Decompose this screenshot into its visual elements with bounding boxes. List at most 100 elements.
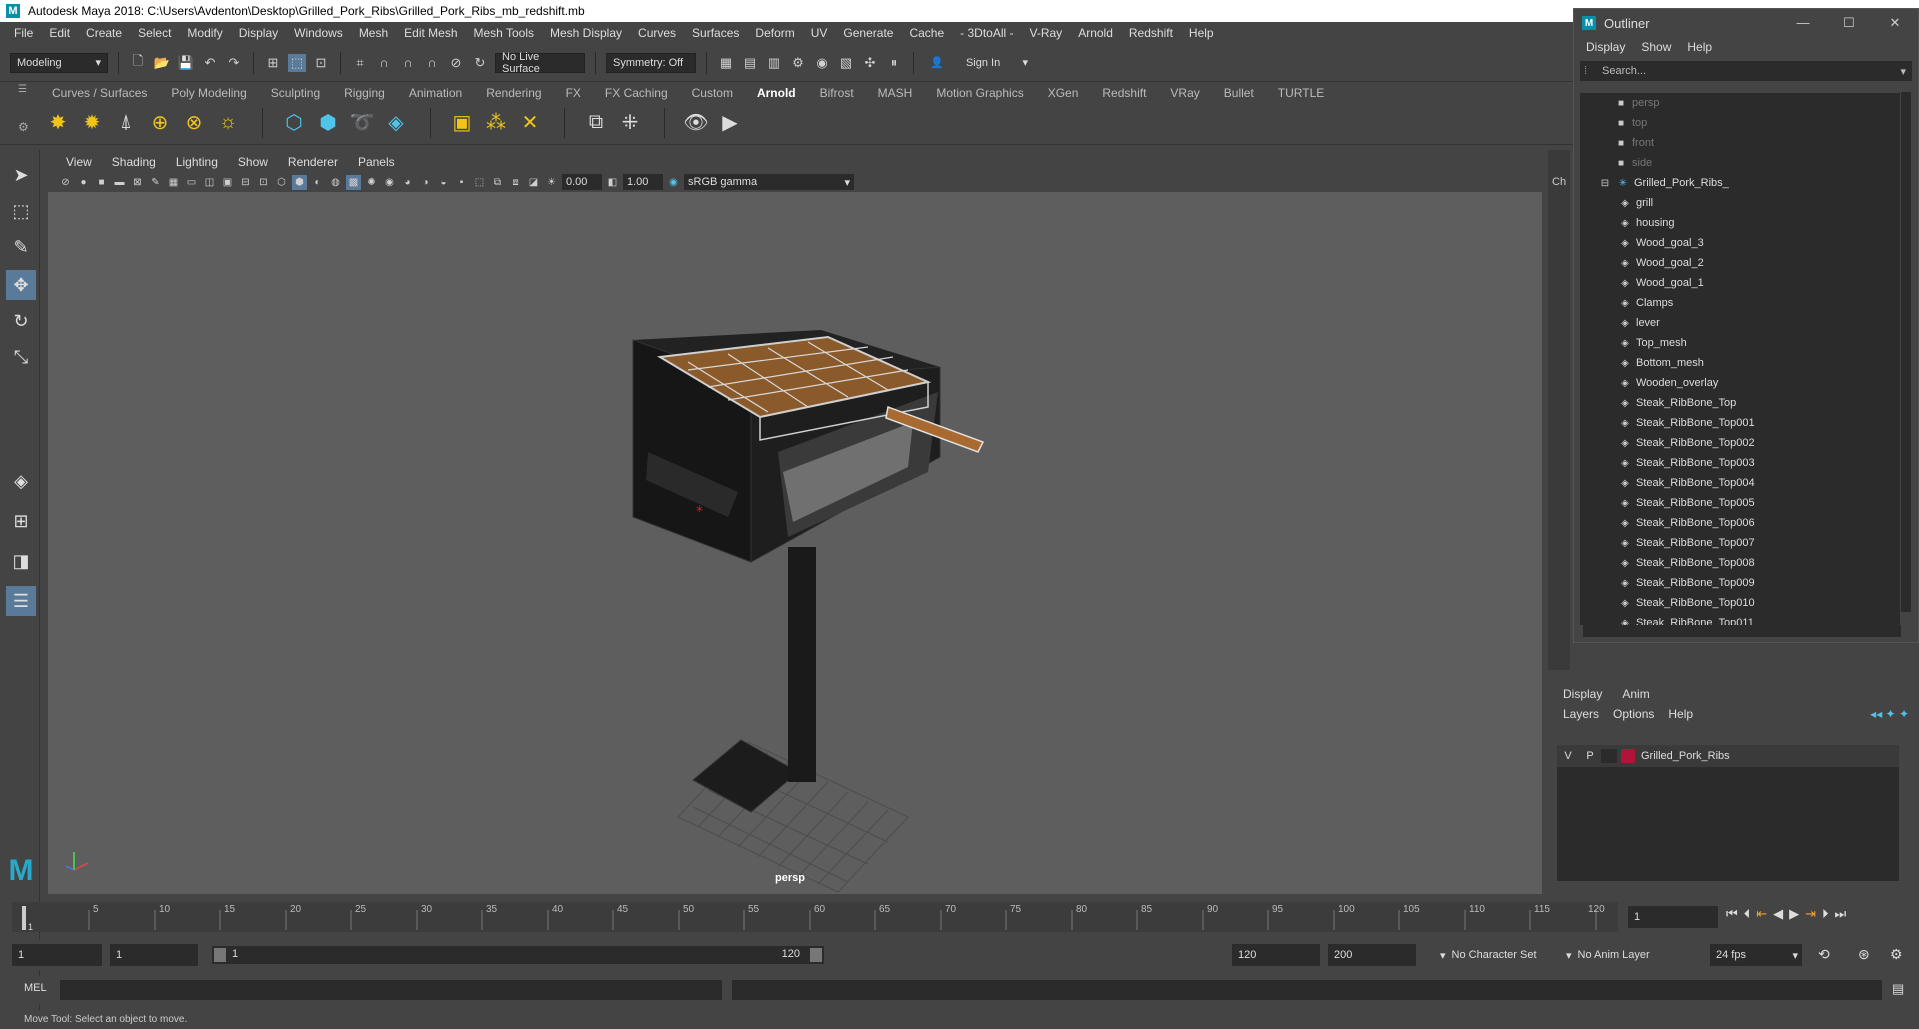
maximize-icon[interactable]: ☐ bbox=[1826, 15, 1872, 31]
curve-collector-icon[interactable]: ➰ bbox=[348, 108, 376, 136]
physical-sky-icon[interactable]: ☼ bbox=[214, 108, 242, 136]
render-region-icon[interactable]: ▦ bbox=[717, 54, 735, 72]
shelf-gear-icon[interactable]: ⚙ bbox=[18, 120, 29, 134]
xray-icon[interactable]: ⧉ bbox=[490, 175, 505, 190]
menu-modify[interactable]: Modify bbox=[179, 26, 230, 40]
outliner-item-child[interactable]: ◈ Steak_RibBone_Top007 bbox=[1580, 533, 1900, 553]
shelf-tab-rigging[interactable]: Rigging bbox=[332, 86, 397, 100]
step-forward-key-icon[interactable]: ⏵ bbox=[1822, 906, 1829, 922]
menu-redshift[interactable]: Redshift bbox=[1121, 26, 1181, 40]
menu-deform[interactable]: Deform bbox=[747, 26, 802, 40]
isolate-select-icon[interactable]: ⬚ bbox=[472, 175, 487, 190]
depth-of-field-icon[interactable]: ▪ bbox=[454, 175, 469, 190]
shelf-tab-sculpting[interactable]: Sculpting bbox=[259, 86, 332, 100]
outliner-item-child[interactable]: ◈ Steak_RibBone_Top008 bbox=[1580, 553, 1900, 573]
select-hierarchy-icon[interactable]: ⊞ bbox=[264, 54, 282, 72]
flush-textures-icon[interactable]: ⁂ bbox=[482, 108, 510, 136]
pause-icon[interactable]: ⏸ bbox=[885, 54, 903, 72]
mesh-light-icon[interactable]: ✹ bbox=[78, 108, 106, 136]
gamma-icon[interactable]: ◧ bbox=[605, 175, 620, 190]
scale-tool-icon[interactable]: ⤡ bbox=[6, 342, 36, 372]
grid-toggle-icon[interactable]: ▦ bbox=[166, 175, 181, 190]
layer-color-swatch[interactable] bbox=[1621, 749, 1635, 763]
wireframe-icon[interactable]: ⬡ bbox=[274, 175, 289, 190]
loop-icon[interactable]: ⟲ bbox=[1818, 946, 1830, 963]
ambient-occlusion-icon[interactable]: ◕ bbox=[400, 175, 415, 190]
redo-icon[interactable]: ↷ bbox=[225, 54, 243, 72]
play-forwards-icon[interactable]: ▶ bbox=[1789, 906, 1799, 922]
render-frame-icon[interactable]: ▤ bbox=[741, 54, 759, 72]
shelf-menu-icon[interactable]: ☰ bbox=[18, 84, 32, 95]
outliner-item-child[interactable]: ◈ Steak_RibBone_Top003 bbox=[1580, 453, 1900, 473]
shelf-tab-turtle[interactable]: TURTLE bbox=[1266, 86, 1336, 100]
layer-type-toggle[interactable] bbox=[1601, 749, 1617, 763]
outliner-item-child[interactable]: ◈ Wooden_overlay bbox=[1580, 373, 1900, 393]
flush-skydome-icon[interactable]: ✕ bbox=[516, 108, 544, 136]
outliner-menu-help[interactable]: Help bbox=[1687, 40, 1712, 54]
outliner-item-child[interactable]: ◈ lever bbox=[1580, 313, 1900, 333]
range-slider-handle-start[interactable] bbox=[214, 948, 226, 962]
wireframe-on-shaded-icon[interactable]: ▩ bbox=[346, 174, 361, 190]
snap-point-icon[interactable]: ∩ bbox=[399, 54, 417, 72]
shelf-tab-bifrost[interactable]: Bifrost bbox=[808, 86, 866, 100]
standin-icon[interactable]: ⬡ bbox=[280, 108, 308, 136]
menu-vray[interactable]: V-Ray bbox=[1022, 26, 1071, 40]
outliner-item-child[interactable]: ◈ Steak_RibBone_Top bbox=[1580, 393, 1900, 413]
exposure-field[interactable]: 0.00 bbox=[562, 174, 602, 190]
chevron-down-icon[interactable]: ▾ bbox=[1900, 65, 1906, 78]
outliner-item-child[interactable]: ◈ Steak_RibBone_Top009 bbox=[1580, 573, 1900, 593]
shadows-icon[interactable]: ◉ bbox=[382, 175, 397, 190]
smooth-shade-icon[interactable]: ⬢ bbox=[292, 174, 307, 190]
viewport-persp[interactable]: * persp bbox=[48, 192, 1542, 894]
gate-mask-icon[interactable]: ▣ bbox=[220, 175, 235, 190]
render-setup-icon[interactable]: ✣ bbox=[861, 54, 879, 72]
outliner-item-child[interactable]: ◈ Bottom_mesh bbox=[1580, 353, 1900, 373]
outliner-item-child[interactable]: ◈ Top_mesh bbox=[1580, 333, 1900, 353]
outliner-item-child[interactable]: ◈ Clamps bbox=[1580, 293, 1900, 313]
ipr-render-icon[interactable]: ▥ bbox=[765, 54, 783, 72]
safe-action-icon[interactable]: ⊡ bbox=[256, 175, 271, 190]
close-icon[interactable]: ✕ bbox=[1872, 15, 1918, 31]
outliner-item-top[interactable]: ■ top bbox=[1580, 113, 1900, 133]
volume-icon[interactable]: ◈ bbox=[382, 108, 410, 136]
exposure-icon[interactable]: ☀ bbox=[544, 175, 559, 190]
single-perspective-layout-icon[interactable]: ◈ bbox=[6, 466, 36, 496]
viewport-menu-show[interactable]: Show bbox=[228, 155, 278, 169]
symmetry-dropdown[interactable]: Symmetry: Off bbox=[606, 52, 696, 73]
layer-menu-options[interactable]: Options bbox=[1613, 707, 1654, 721]
outliner-item-child[interactable]: ◈ Steak_RibBone_Top001 bbox=[1580, 413, 1900, 433]
menu-edit[interactable]: Edit bbox=[41, 26, 78, 40]
textured-icon[interactable]: ◍ bbox=[328, 175, 343, 190]
lasso-tool-icon[interactable]: ⬚ bbox=[6, 196, 36, 226]
snap-grid-icon[interactable]: ⌗ bbox=[351, 54, 369, 72]
outliner-item-side[interactable]: ■ side bbox=[1580, 153, 1900, 173]
tab-anim[interactable]: Anim bbox=[1622, 687, 1649, 701]
outliner-item-front[interactable]: ■ front bbox=[1580, 133, 1900, 153]
select-object-icon[interactable]: ⬚ bbox=[288, 53, 306, 72]
layer-move-icons[interactable]: ◂◂ ✦ ✦ bbox=[1870, 707, 1909, 721]
color-management-icon[interactable]: ◉ bbox=[666, 175, 681, 190]
2d-pan-zoom-icon[interactable]: ⊠ bbox=[130, 175, 145, 190]
outliner-item-child[interactable]: ◈ housing bbox=[1580, 213, 1900, 233]
layer-menu-layers[interactable]: Layers bbox=[1563, 707, 1599, 721]
outliner-item-child[interactable]: ◈ Wood_goal_2 bbox=[1580, 253, 1900, 273]
minimize-icon[interactable]: — bbox=[1780, 15, 1826, 31]
menu-file[interactable]: File bbox=[6, 26, 41, 40]
gamma-field[interactable]: 1.00 bbox=[623, 174, 663, 190]
shelf-tab-animation[interactable]: Animation bbox=[397, 86, 474, 100]
outliner-item-child[interactable]: ◈ Steak_RibBone_Top004 bbox=[1580, 473, 1900, 493]
step-back-key-icon[interactable]: ⏴ bbox=[1744, 906, 1751, 922]
grease-pencil-icon[interactable]: ✎ bbox=[148, 175, 163, 190]
outliner-menu-show[interactable]: Show bbox=[1641, 40, 1671, 54]
character-set-dropdown[interactable]: ▾ No Character Set bbox=[1440, 944, 1550, 966]
outliner-item-child[interactable]: ◈ Steak_RibBone_Top011 bbox=[1580, 613, 1900, 625]
channel-box-strip[interactable]: Ch bbox=[1548, 150, 1570, 670]
auto-key-icon[interactable]: ⊛ bbox=[1858, 946, 1870, 963]
save-scene-icon[interactable]: 💾 bbox=[177, 54, 195, 72]
shelf-tab-custom[interactable]: Custom bbox=[680, 86, 745, 100]
outliner-item-child[interactable]: ◈ Wood_goal_3 bbox=[1580, 233, 1900, 253]
outliner-layout-icon[interactable]: ☰ bbox=[6, 586, 36, 616]
default-material-icon[interactable]: ◐ bbox=[310, 175, 325, 190]
viewport-menu-panels[interactable]: Panels bbox=[348, 155, 405, 169]
shelf-tab-vray[interactable]: VRay bbox=[1158, 86, 1211, 100]
